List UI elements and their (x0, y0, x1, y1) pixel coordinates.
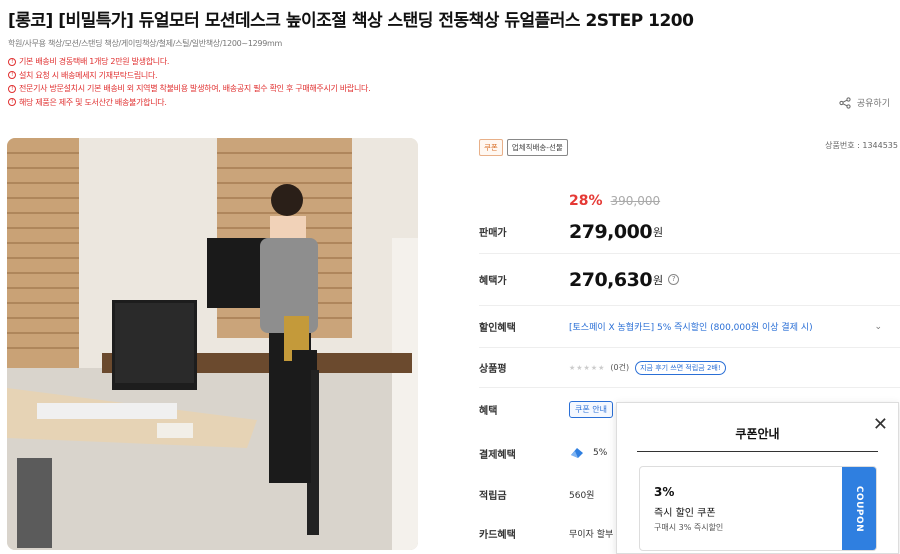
benefit-price: 270,630 (569, 268, 653, 291)
close-icon[interactable]: ✕ (873, 416, 888, 434)
info-icon: ! (8, 71, 16, 80)
discount-rate: 28% (569, 193, 603, 209)
sale-price: 279,000 (569, 220, 653, 243)
coupon-description: 구매시 3% 즉시할인 (654, 523, 724, 532)
chevron-down-icon[interactable]: ⌄ (874, 322, 882, 332)
coupon-rate: 3% (654, 485, 675, 499)
discount-benefit-text: [토스페이 X 농협카드] 5% 즉시할인 (800,000원 이상 결제 시) (569, 323, 813, 333)
coupon-popup: 쿠폰안내 ✕ 3% 즉시 할인 쿠폰 구매시 3% 즉시할인 COUPON (616, 402, 899, 554)
notice-item: ! 기본 배송비 경동택배 1개당 2만원 발생합니다. (8, 55, 370, 69)
shipping-badge: 업체직배송-선물 (506, 139, 568, 156)
review-reward-tag: 지금 후기 쓰면 적립금 2배! (635, 360, 726, 375)
points-label: 적립금 (479, 490, 507, 502)
badge-group: 쿠폰 업체직배송-선물 (479, 139, 568, 156)
discount-line: 28% 390,000 (569, 193, 660, 209)
review-row: 상품평 ★★★★★ (0건) 지금 후기 쓰면 적립금 2배! (479, 348, 900, 388)
notice-list: ! 기본 배송비 경동택배 1개당 2만원 발생합니다. ! 설치 요청 시 배송메… (8, 55, 371, 110)
coupon-card[interactable]: 3% 즉시 할인 쿠폰 구매시 3% 즉시할인 COUPON (639, 466, 877, 551)
coupon-name: 즉시 할인 쿠폰 (654, 508, 716, 519)
info-icon: ! (8, 57, 16, 66)
product-title: [롱코] [비밀특가] 듀얼모터 모션데스크 높이조절 책상 스탠딩 전동책상 … (8, 11, 694, 31)
original-price: 390,000 (610, 194, 661, 208)
coupon-side-label: COUPON (854, 485, 864, 532)
discount-benefit-label: 할인혜택 (479, 323, 516, 334)
category-path: 학원/사무용 책상/모션/스탠딩 책상/게이밍책상/철제/스틸/일반책상/120… (8, 39, 282, 48)
info-icon: ! (8, 98, 16, 107)
notice-item: ! 해당 제품은 제주 및 도서산간 배송불가합니다. (8, 96, 370, 110)
review-label: 상품평 (479, 364, 507, 375)
coupon-badge: 쿠폰 (479, 139, 503, 156)
benefit-label: 혜택 (479, 405, 498, 417)
divider (637, 451, 878, 452)
product-photo (7, 138, 418, 550)
share-icon (839, 96, 851, 109)
card-benefit-value: 무이자 할부 (569, 529, 614, 540)
rating-stars: ★★★★★ (569, 363, 606, 372)
share-button[interactable]: 공유하기 (839, 96, 890, 109)
points-value: 560원 (569, 490, 595, 501)
notice-item: ! 전문기사 방문설치시 기본 배송비 외 지역별 착불비용 발생하여, 배송공지… (8, 82, 371, 96)
sale-price-row: 판매가 279,000 원 (479, 210, 900, 254)
sale-price-label: 판매가 (479, 228, 507, 239)
payment-benefit-label: 결제혜택 (479, 449, 516, 461)
benefit-price-row: 혜택가 270,630 원 ? (479, 254, 900, 306)
discount-benefit-row[interactable]: 할인혜택 [토스페이 X 농협카드] 5% 즉시할인 (800,000원 이상 … (479, 306, 900, 348)
review-count[interactable]: (0건) (610, 362, 629, 373)
help-icon[interactable]: ? (668, 274, 680, 285)
product-image[interactable] (7, 138, 418, 550)
coupon-popup-title: 쿠폰안내 (735, 427, 780, 441)
product-code: 상품번호 : 1344535 (825, 141, 898, 150)
notice-item: ! 설치 요청 시 배송메세지 기재부탁드립니다. (8, 69, 370, 83)
info-icon: ! (8, 84, 16, 93)
toss-pay-icon (571, 448, 583, 458)
card-benefit-label: 카드혜택 (479, 529, 516, 541)
coupon-info-button[interactable]: 쿠폰 안내 (569, 400, 613, 418)
coupon-download-button[interactable]: COUPON (842, 467, 876, 550)
benefit-price-label: 혜택가 (479, 276, 507, 287)
payment-benefit-value: 5% (593, 448, 608, 458)
